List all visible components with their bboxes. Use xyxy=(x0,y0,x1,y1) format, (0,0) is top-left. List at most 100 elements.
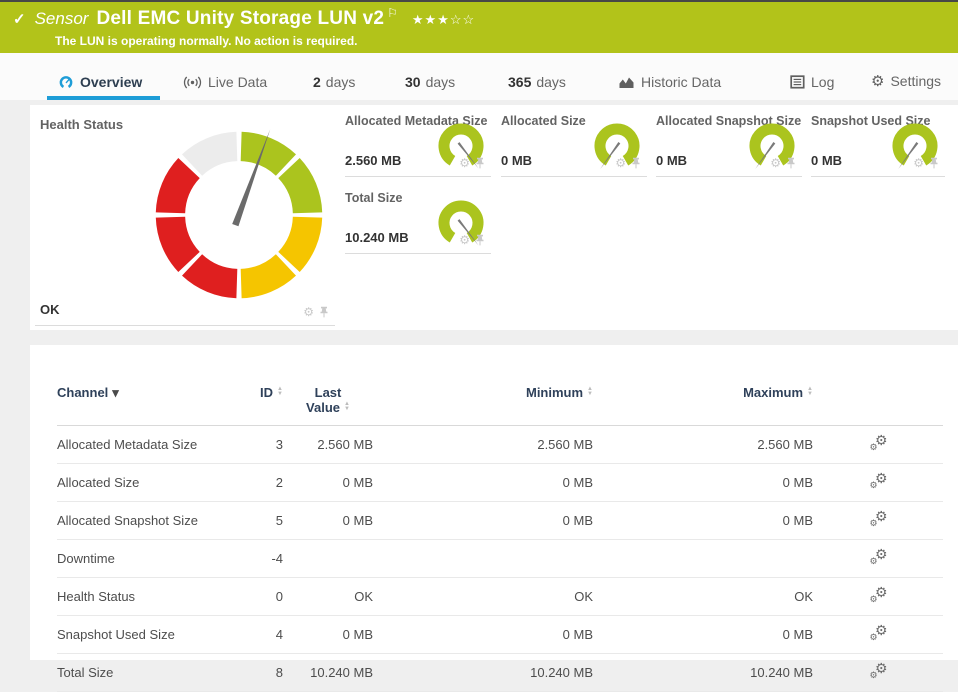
tab-log[interactable]: Log xyxy=(790,74,834,90)
cell-channel[interactable]: Allocated Size xyxy=(57,463,227,502)
tab-number: 30 xyxy=(405,74,421,90)
header-minimum[interactable]: Minimum xyxy=(373,383,593,426)
cell-maximum: 2.560 MB xyxy=(593,425,813,464)
cell-channel[interactable]: Snapshot Used Size xyxy=(57,615,227,654)
stars-empty[interactable]: ☆☆ xyxy=(450,12,475,27)
channel-settings-gears-icon[interactable] xyxy=(869,546,888,567)
gauge-icon xyxy=(58,75,74,90)
panel-allocated-metadata-size: Allocated Metadata Size 2.560 MB xyxy=(345,110,491,177)
channel-settings-gears-icon[interactable] xyxy=(869,584,888,605)
cell-last-value: 2.560 MB xyxy=(283,425,373,464)
panel-gear-icon[interactable] xyxy=(770,154,781,172)
cell-maximum: OK xyxy=(593,577,813,616)
header-last-value[interactable]: Last Value xyxy=(283,383,373,426)
cell-last-value xyxy=(283,539,373,578)
channel-settings-gears-icon[interactable] xyxy=(869,470,888,491)
tab-label: Historic Data xyxy=(641,74,722,90)
cell-minimum: 0 MB xyxy=(373,463,593,502)
panel-pin-icon[interactable] xyxy=(475,157,485,169)
sort-caret-icon xyxy=(108,385,119,400)
panel-total-size: Total Size 10.240 MB xyxy=(345,187,491,254)
cell-channel[interactable]: Total Size xyxy=(57,653,227,692)
overview-gauges-card: Health Status OK Allocated Metadata Size… xyxy=(30,105,958,330)
tab-historic-data[interactable]: Historic Data xyxy=(618,74,721,90)
panel-pin-icon[interactable] xyxy=(475,234,485,246)
channel-value: 0 MB xyxy=(501,153,533,168)
panel-allocated-size: Allocated Size 0 MB xyxy=(501,110,647,177)
panel-pin-icon[interactable] xyxy=(929,157,939,169)
area-chart-icon xyxy=(618,75,635,89)
panel-gear-icon[interactable] xyxy=(615,154,626,172)
panel-title: Health Status xyxy=(40,117,124,132)
channel-value: 0 MB xyxy=(811,153,843,168)
tab-label: Overview xyxy=(80,74,143,90)
health-status-panel: Health Status OK xyxy=(35,113,335,326)
cell-channel[interactable]: Health Status xyxy=(57,577,227,616)
priority-stars[interactable]: ★★★☆☆ xyxy=(412,12,475,28)
channel-settings-gears-icon[interactable] xyxy=(869,432,888,453)
channel-settings-gears-icon[interactable] xyxy=(869,622,888,643)
cell-maximum: 0 MB xyxy=(593,501,813,540)
stars-filled[interactable]: ★★★ xyxy=(412,12,450,27)
cell-minimum: 0 MB xyxy=(373,615,593,654)
cell-id: 4 xyxy=(227,615,283,654)
sensor-title: Dell EMC Unity Storage LUN v2 xyxy=(96,8,385,29)
cell-channel[interactable]: Downtime xyxy=(57,539,227,578)
tab-label: Settings xyxy=(890,73,942,89)
panel-gear-icon[interactable] xyxy=(303,303,314,321)
tab-live-data[interactable]: Live Data xyxy=(183,74,267,90)
channels-table-card: Channel ID LastValue Minimum Maximum All… xyxy=(30,345,958,692)
tab-label: days xyxy=(325,74,356,90)
tab-365-days[interactable]: 365 days xyxy=(508,74,566,90)
cell-id: 0 xyxy=(227,577,283,616)
header-id[interactable]: ID xyxy=(227,383,283,426)
cell-minimum: 10.240 MB xyxy=(373,653,593,692)
table-header-row: Channel ID LastValue Minimum Maximum xyxy=(57,383,943,426)
panel-gear-icon[interactable] xyxy=(913,154,924,172)
cell-last-value: 10.240 MB xyxy=(283,653,373,692)
header-channel[interactable]: Channel xyxy=(57,383,227,426)
cell-channel[interactable]: Allocated Metadata Size xyxy=(57,425,227,464)
status-ok-check-icon xyxy=(13,10,26,28)
panel-pin-icon[interactable] xyxy=(631,157,641,169)
panel-gear-icon[interactable] xyxy=(459,154,470,172)
panel-pin-icon[interactable] xyxy=(786,157,796,169)
panel-pin-icon[interactable] xyxy=(319,306,329,318)
channel-settings-gears-icon[interactable] xyxy=(869,508,888,529)
flag-icon[interactable] xyxy=(387,6,398,20)
tab-label: Log xyxy=(811,74,835,90)
table-row: Allocated Snapshot Size 5 0 MB 0 MB 0 MB xyxy=(57,501,943,540)
channel-value: 2.560 MB xyxy=(345,153,402,168)
health-status-value: OK xyxy=(40,302,60,317)
cell-minimum xyxy=(373,539,593,578)
header-maximum[interactable]: Maximum xyxy=(593,383,813,426)
panel-title: Total Size xyxy=(345,191,403,205)
cell-channel[interactable]: Allocated Snapshot Size xyxy=(57,501,227,540)
cell-id: -4 xyxy=(227,539,283,578)
tab-overview[interactable]: Overview xyxy=(58,74,142,90)
channel-value: 0 MB xyxy=(656,153,688,168)
tab-bar: Overview Live Data 2 days 30 days 365 da… xyxy=(0,53,958,100)
panel-allocated-snapshot-size: Allocated Snapshot Size 0 MB xyxy=(656,110,802,177)
cell-last-value: 0 MB xyxy=(283,501,373,540)
cell-maximum: 0 MB xyxy=(593,463,813,502)
health-status-gauge xyxy=(155,129,323,299)
channel-settings-gears-icon[interactable] xyxy=(869,660,888,681)
tab-label: days xyxy=(536,74,566,90)
tab-30-days[interactable]: 30 days xyxy=(405,74,455,90)
table-row: Allocated Metadata Size 3 2.560 MB 2.560… xyxy=(57,425,943,464)
cell-last-value: 0 MB xyxy=(283,463,373,502)
panel-gear-icon[interactable] xyxy=(459,231,470,249)
cell-maximum xyxy=(593,539,813,578)
sort-arrows-icon xyxy=(344,402,350,412)
tab-2-days[interactable]: 2 days xyxy=(313,74,355,90)
panel-snapshot-used-size: Snapshot Used Size 0 MB xyxy=(811,110,945,177)
cell-id: 3 xyxy=(227,425,283,464)
cell-maximum: 10.240 MB xyxy=(593,653,813,692)
tab-settings[interactable]: Settings xyxy=(871,72,941,90)
tab-number: 2 xyxy=(313,74,321,90)
panel-title: Allocated Size xyxy=(501,114,586,128)
cell-minimum: 2.560 MB xyxy=(373,425,593,464)
object-kind-label: Sensor xyxy=(34,9,89,28)
active-tab-indicator xyxy=(47,96,160,100)
